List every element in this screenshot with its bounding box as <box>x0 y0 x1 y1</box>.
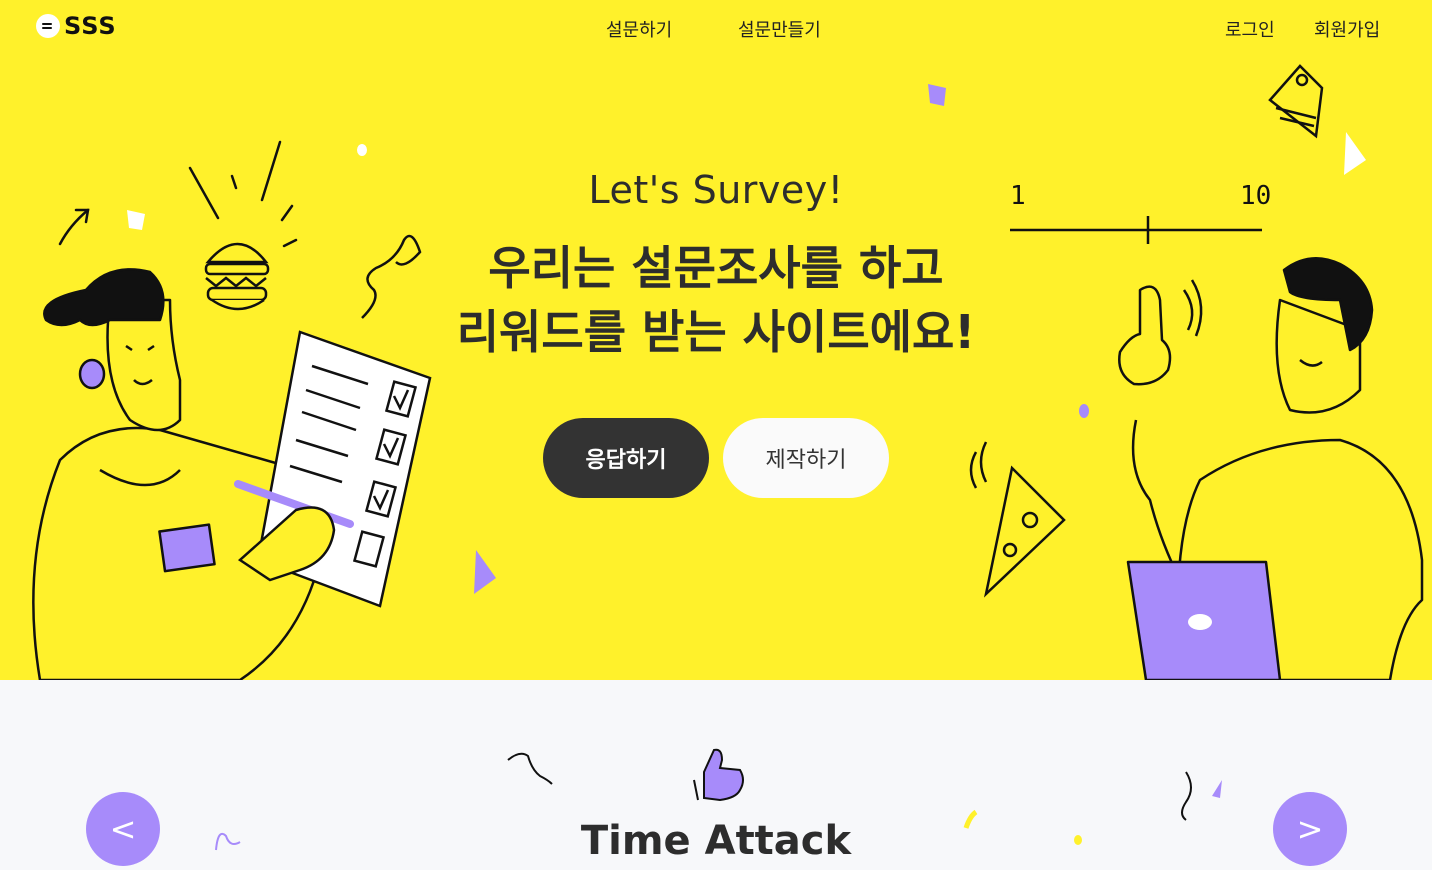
squiggle-doodle <box>507 752 553 785</box>
respond-button[interactable]: 응답하기 <box>543 418 709 498</box>
hero-headline: 우리는 설문조사를 하고 리워드를 받는 사이트에요! <box>0 236 1432 364</box>
hero-section: 1 10 SSS 설문하기 설문만들기 로그인 회원가입 Let's Surve… <box>0 0 1432 680</box>
confetti-shape <box>928 84 946 106</box>
cake-slice-icon <box>1268 64 1324 139</box>
brand-name: SSS <box>64 12 117 40</box>
confetti-shape <box>474 550 496 594</box>
time-attack-section: < Time Attack > <box>0 680 1432 870</box>
squiggle-doodle <box>1181 771 1192 821</box>
nav-link-survey[interactable]: 설문하기 <box>606 16 672 42</box>
hero-subtitle: Let's Survey! <box>588 168 844 212</box>
headline-line-2: 리워드를 받는 사이트에요! <box>456 305 976 359</box>
create-button[interactable]: 제작하기 <box>723 418 889 498</box>
checklist-paper-illustration <box>234 330 432 608</box>
nav-link-create-survey[interactable]: 설문만들기 <box>738 16 821 42</box>
logo-icon <box>36 14 60 38</box>
headline-line-1: 우리는 설문조사를 하고 <box>488 241 944 295</box>
thumbs-up-icon <box>693 748 744 802</box>
pizza-slice-icon <box>969 441 1066 598</box>
nav-link-login[interactable]: 로그인 <box>1225 16 1275 42</box>
confetti-shape <box>127 210 145 230</box>
top-nav: SSS 설문하기 설문만들기 로그인 회원가입 <box>0 0 1432 56</box>
nav-link-signup[interactable]: 회원가입 <box>1314 16 1380 42</box>
confetti-shape <box>1212 780 1222 798</box>
brand-logo[interactable]: SSS <box>36 12 117 40</box>
next-button[interactable]: > <box>1273 792 1347 866</box>
confetti-shape <box>357 144 367 156</box>
section-title: Time Attack <box>580 818 852 864</box>
confetti-shape <box>1079 404 1089 418</box>
